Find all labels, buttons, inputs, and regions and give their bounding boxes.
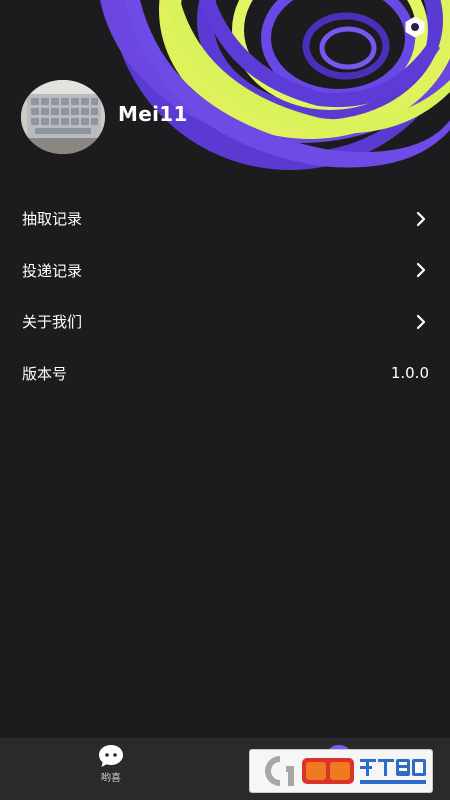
settings-button[interactable] (402, 14, 428, 40)
menu-item-label: 投递记录 (22, 261, 83, 280)
version-value: 1.0.0 (390, 364, 429, 383)
menu-item-label: 抽取记录 (22, 210, 83, 229)
profile-menu: 抽取记录 投递记录 关于我们 版本号 1.0.0 (0, 193, 450, 399)
watermark-logo (249, 749, 433, 793)
version-label: 版本号 (22, 364, 68, 383)
menu-item-about-us[interactable]: 关于我们 (0, 296, 450, 348)
username: Mei11 (118, 102, 188, 126)
avatar-photo-keyboard (21, 80, 105, 154)
tab-home[interactable]: 哟喜 (86, 738, 136, 800)
hexagon-settings-icon (405, 16, 425, 38)
menu-item-version: 版本号 1.0.0 (0, 348, 450, 400)
avatar[interactable] (21, 80, 105, 154)
profile-screen: Mei11 抽取记录 投递记录 关于我们 版本号 1.0.0 哟喜 (0, 0, 450, 800)
tab-label: 哟喜 (101, 773, 121, 784)
menu-item-draw-records[interactable]: 抽取记录 (0, 193, 450, 245)
chevron-right-icon (416, 263, 426, 278)
chat-bubble-icon (99, 745, 123, 767)
menu-item-delivery-records[interactable]: 投递记录 (0, 245, 450, 297)
menu-item-label: 关于我们 (22, 313, 83, 332)
chevron-right-icon (416, 314, 426, 329)
watermark-brand-mark (265, 756, 426, 786)
chevron-right-icon (416, 211, 426, 226)
